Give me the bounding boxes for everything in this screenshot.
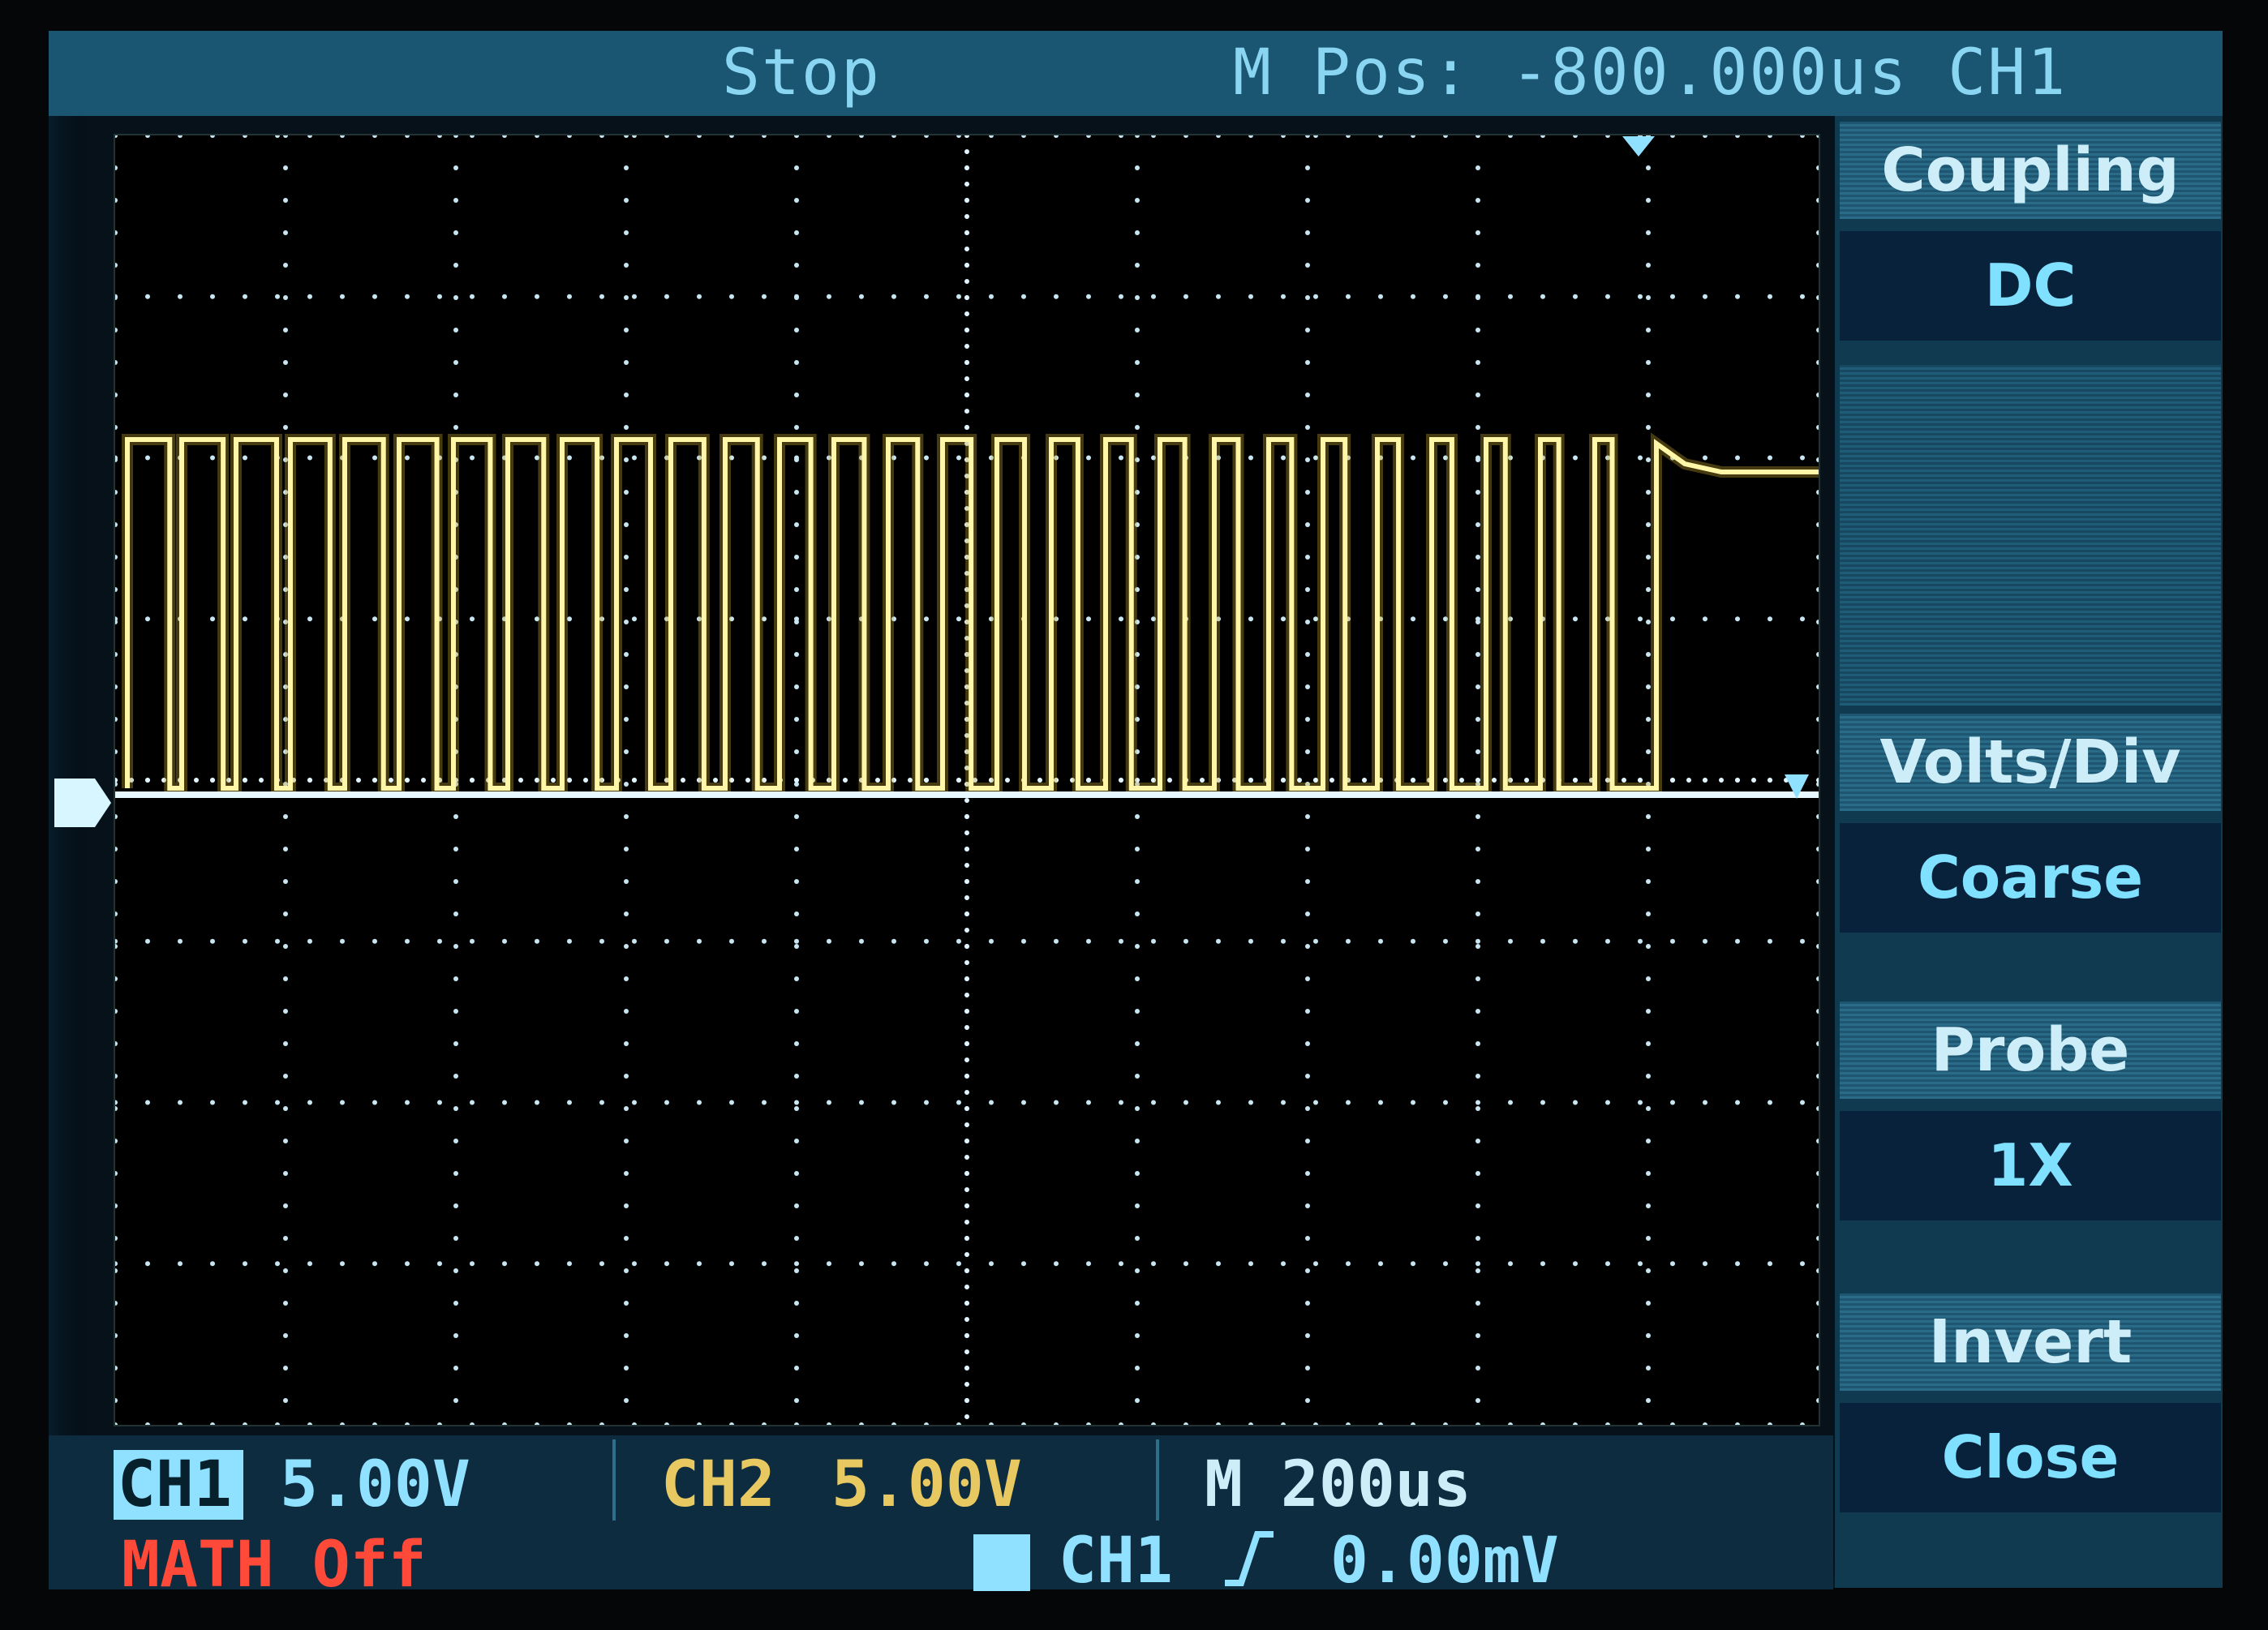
timebase[interactable]: M 200us: [1205, 1448, 1471, 1521]
menu-probe-title: Probe: [1840, 1002, 2221, 1099]
trigger-position-marker: [1622, 136, 1655, 157]
bottom-divider: [612, 1439, 616, 1521]
ch1-scale[interactable]: 5.00V: [280, 1448, 470, 1521]
menu-invert[interactable]: Invert Close: [1840, 1293, 2221, 1561]
bottom-divider: [1156, 1439, 1159, 1521]
horizontal-position: M Pos: -800.000us CH1: [1233, 36, 2068, 109]
ch2-label[interactable]: CH2: [661, 1448, 775, 1521]
menu-probe-value[interactable]: 1X: [1840, 1111, 2221, 1220]
menu-coupling[interactable]: Coupling DC: [1840, 122, 2221, 389]
trigger-level[interactable]: 0.00mV: [1330, 1525, 1559, 1598]
menu-coupling-title: Coupling: [1840, 122, 2221, 219]
trigger-source[interactable]: CH1: [1059, 1525, 1173, 1598]
run-status[interactable]: Stop: [722, 32, 881, 114]
ch2-scale[interactable]: 5.00V: [831, 1448, 1022, 1521]
trigger-type-icon: [973, 1534, 1030, 1591]
ch1-label: CH1: [118, 1448, 232, 1521]
channel1-ground-marker[interactable]: [50, 770, 115, 835]
channel1-trace: [125, 437, 1819, 791]
menu-invert-value[interactable]: Close: [1840, 1403, 2221, 1512]
rising-edge-icon: [1225, 1531, 1274, 1586]
waveform-display[interactable]: [114, 134, 1820, 1426]
menu-blank-slot: [1840, 365, 2221, 706]
menu-volts-div[interactable]: Volts/Div Coarse: [1840, 714, 2221, 981]
graticule: [115, 135, 1819, 1425]
menu-invert-title: Invert: [1840, 1293, 2221, 1391]
menu-coupling-value[interactable]: DC: [1840, 231, 2221, 341]
math-status[interactable]: MATH Off: [122, 1529, 427, 1602]
menu-volts-div-value[interactable]: Coarse: [1840, 823, 2221, 933]
menu-probe[interactable]: Probe 1X: [1840, 1002, 2221, 1269]
menu-volts-div-title: Volts/Div: [1840, 714, 2221, 811]
trigger-level-marker: [1785, 774, 1809, 799]
